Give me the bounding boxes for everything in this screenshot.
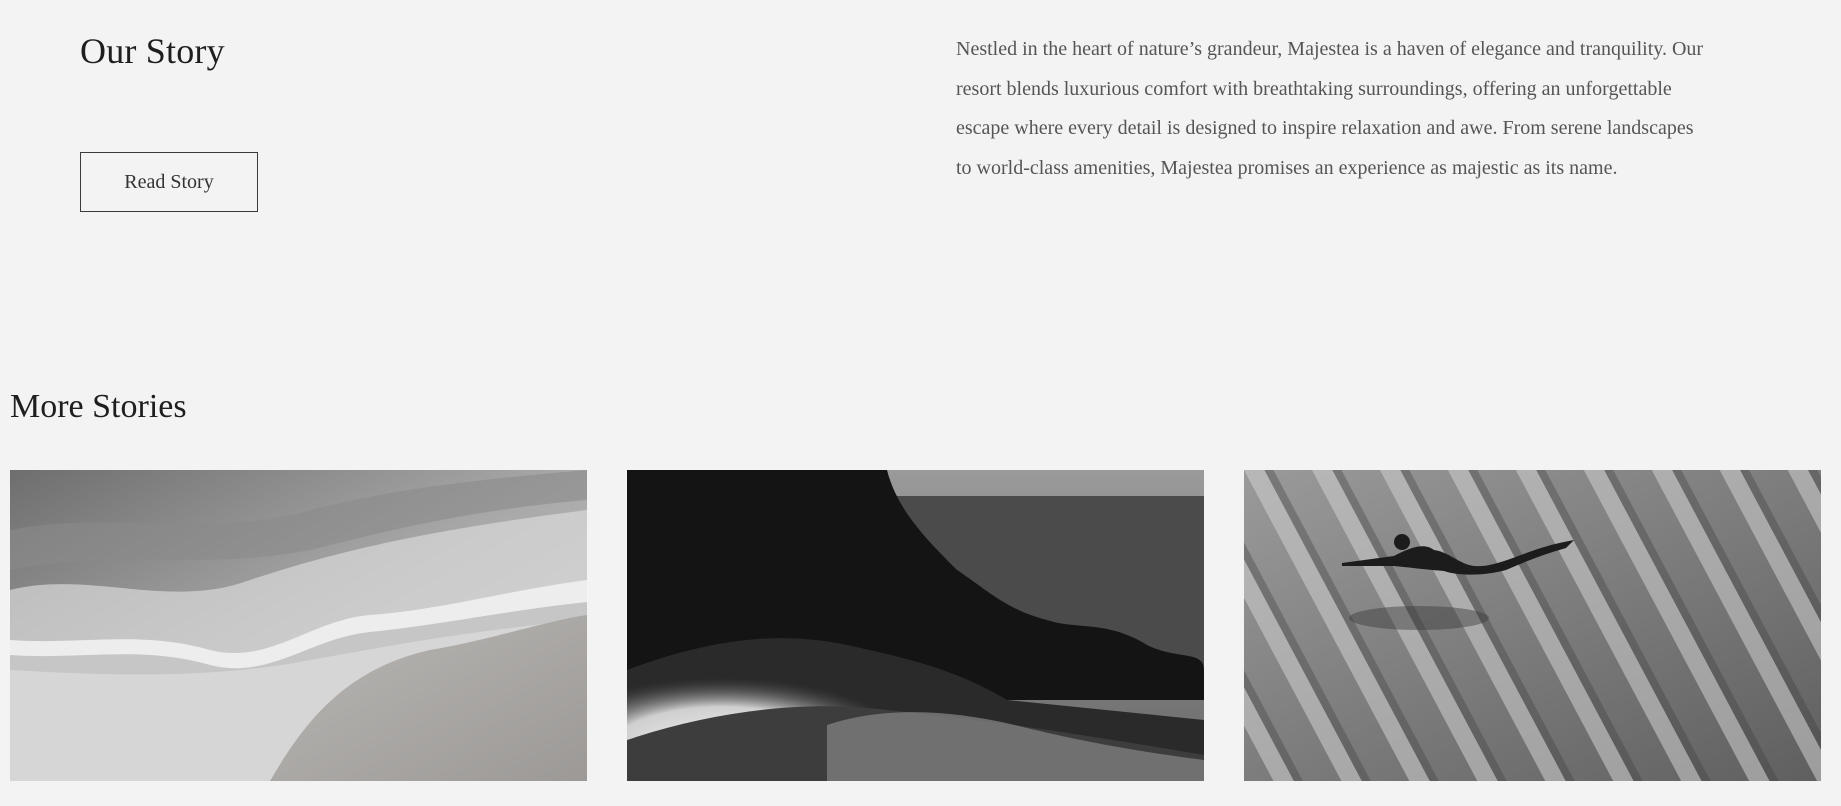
story-card-1[interactable] (10, 470, 587, 781)
story-card-2[interactable] (627, 470, 1204, 781)
story-description: Nestled in the heart of nature’s grandeu… (956, 38, 1704, 179)
story-card-3[interactable] (1244, 470, 1821, 781)
our-story-title: Our Story (80, 31, 225, 71)
aerial-ocean-waves-image (10, 470, 587, 781)
read-story-button[interactable]: Read Story (80, 152, 258, 212)
crashing-wave-image (627, 470, 1204, 781)
underwater-swimmer-image (1244, 470, 1821, 781)
more-stories-title: More Stories (10, 388, 187, 425)
